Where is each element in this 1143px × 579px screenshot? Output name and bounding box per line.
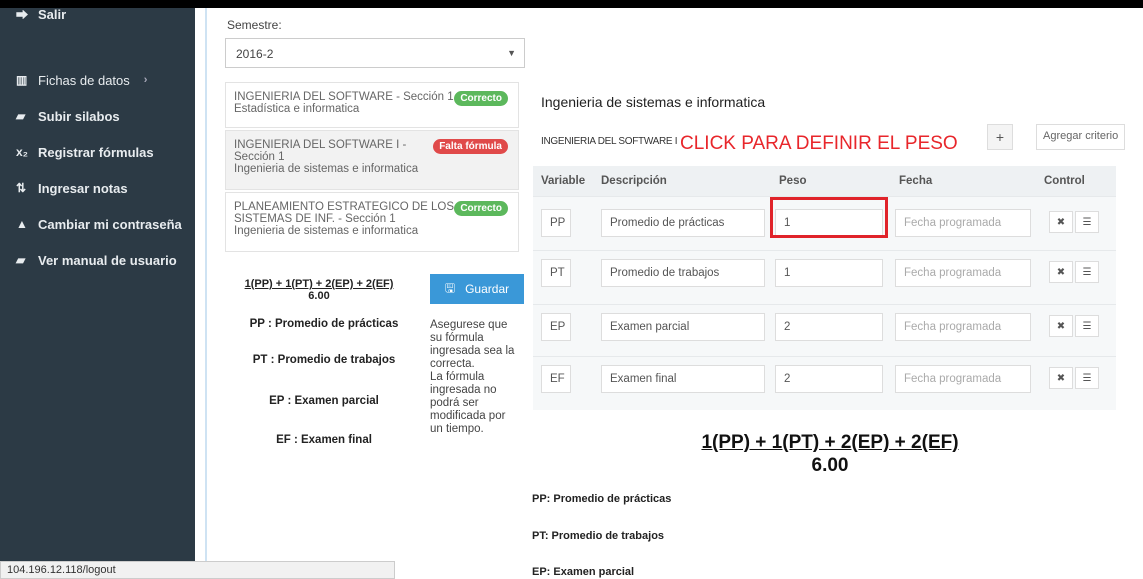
course-name: INGENIERIA DEL SOFTWARE I — [541, 136, 678, 147]
formula-expression: 1(PP) + 1(PT) + 2(EP) + 2(EF) — [244, 278, 394, 290]
formula-warning-note: Asegurese que su fórmula ingresada sea la … — [430, 319, 515, 435]
table-row: PT Promedio de trabajos 1 Fecha programa… — [533, 250, 1116, 304]
definition-item: EP: Examen parcial — [532, 566, 635, 578]
sidebar-item-label: Subir silabos — [38, 108, 120, 124]
list-icon[interactable]: ☰ — [1075, 211, 1099, 233]
col-header-variable: Variable — [541, 175, 586, 187]
variable-field[interactable]: EF — [541, 365, 571, 393]
save-label: Guardar — [465, 282, 510, 296]
description-field[interactable]: Examen parcial — [601, 313, 765, 341]
definition-item: EP : Examen parcial — [269, 395, 379, 407]
date-field[interactable]: Fecha programada — [895, 209, 1031, 237]
delete-icon[interactable]: ✖ — [1049, 367, 1073, 389]
description-field[interactable]: Examen final — [601, 365, 765, 393]
sidebar-item-silabos[interactable]: ▰ Subir silabos — [0, 98, 195, 134]
sidebar-item-label: Cambiar mi contraseña — [38, 216, 182, 232]
sidebar-item-label: Ingresar notas — [38, 180, 128, 196]
definition-item: PP: Promedio de prácticas — [532, 493, 672, 505]
semester-value: 2016-2 — [236, 47, 274, 61]
list-icon[interactable]: ☰ — [1075, 261, 1099, 283]
floppy-disk-icon: 🖫 — [444, 280, 456, 295]
add-criterion-button[interactable]: Agregar criterio — [1036, 124, 1126, 150]
definition-item: PT: Promedio de trabajos — [532, 530, 665, 542]
subscript-icon: x₂ — [16, 145, 29, 159]
description-field[interactable]: Promedio de prácticas — [601, 209, 765, 237]
sidebar-item-logout[interactable]: ⮕ Salir — [0, 2, 195, 26]
weight-field[interactable]: 2 — [775, 365, 883, 393]
col-header-description: Descripción — [601, 175, 667, 187]
annotation-text: CLICK PARA DEFINIR EL PESO — [680, 133, 958, 154]
sidebar-item-notas[interactable]: ⇅ Ingresar notas — [0, 170, 195, 206]
date-field[interactable]: Fecha programada — [895, 313, 1031, 341]
sidebar-item-fichas[interactable]: ▥ Fichas de datos › — [0, 62, 195, 98]
table-row: EF Examen final 2 Fecha programada ✖ ☰ — [533, 356, 1116, 410]
sidebar-item-label: Registrar fórmulas — [38, 144, 154, 160]
chart-icon: ▥ — [16, 73, 28, 87]
date-field[interactable]: Fecha programada — [895, 259, 1031, 287]
date-field[interactable]: Fecha programada — [895, 365, 1031, 393]
sort-numeric-icon: ⇅ — [16, 181, 27, 195]
table-row: EP Examen parcial 2 Fecha programada ✖ ☰ — [533, 304, 1116, 358]
sidebar-item-label: Salir — [38, 6, 67, 22]
formula-expression: 1(PP) + 1(PT) + 2(EP) + 2(EF) — [701, 432, 959, 453]
course-item[interactable]: PLANEAMIENTO ESTRATEGICO DE LOS SISTEMAS… — [225, 192, 519, 252]
formula-display: 1(PP) + 1(PT) + 2(EP) + 2(EF) 6.00 — [680, 432, 980, 477]
variable-field[interactable]: PP — [541, 209, 571, 237]
delete-icon[interactable]: ✖ — [1049, 261, 1073, 283]
course-item[interactable]: INGENIERIA DEL SOFTWARE - Sección 1 Esta… — [225, 82, 519, 128]
annotation-highlight-box — [770, 197, 888, 238]
sidebar-item-manual[interactable]: ▰ Ver manual de usuario — [0, 242, 195, 278]
table-header: Variable Descripción Peso Fecha Control — [533, 166, 1116, 196]
sidebar-item-password[interactable]: ▲ Cambiar mi contraseña — [0, 206, 195, 242]
col-header-date: Fecha — [899, 175, 933, 187]
status-badge: Correcto — [454, 91, 508, 106]
variable-field[interactable]: EP — [541, 313, 571, 341]
department-title: Ingenieria de sistemas e informatica — [541, 94, 766, 110]
col-header-control: Control — [1044, 175, 1085, 187]
delete-icon[interactable]: ✖ — [1049, 315, 1073, 337]
book-icon: ▰ — [16, 253, 26, 267]
status-bar-url: 104.196.12.118/logout — [0, 561, 395, 579]
sidebar-item-label: Fichas de datos — [38, 72, 130, 88]
caret-down-icon: ▼ — [507, 48, 516, 58]
definition-item: PT : Promedio de trabajos — [252, 354, 396, 366]
sidebar: ⮕ Salir ▥ Fichas de datos › ▰ Subir sila… — [0, 7, 195, 579]
definition-item: EF : Examen final — [276, 434, 372, 446]
weight-field[interactable]: 2 — [775, 313, 883, 341]
sidebar-item-label: Ver manual de usuario — [38, 252, 177, 268]
status-badge: Correcto — [454, 201, 508, 216]
chevron-right-icon: › — [143, 74, 148, 86]
col-header-weight: Peso — [779, 175, 807, 187]
definition-item: PP : Promedio de prácticas — [249, 318, 399, 330]
course-dept: Ingenieria de sistemas e informatica — [234, 163, 419, 175]
semester-select[interactable]: 2016-2 ▼ — [225, 38, 525, 68]
list-icon[interactable]: ☰ — [1075, 367, 1099, 389]
course-dept: Ingenieria de sistemas e informatica — [234, 225, 419, 237]
weight-field[interactable]: 1 — [775, 259, 883, 287]
course-item-selected[interactable]: INGENIERIA DEL SOFTWARE I - Sección 1 In… — [225, 130, 519, 190]
formula-value: 6.00 — [308, 290, 330, 302]
list-icon[interactable]: ☰ — [1075, 315, 1099, 337]
status-badge: Falta fórmula — [433, 139, 508, 154]
delete-icon[interactable]: ✖ — [1049, 211, 1073, 233]
book-icon: ▰ — [16, 109, 26, 123]
plus-icon[interactable]: + — [987, 124, 1013, 150]
sidebar-item-formulas[interactable]: x₂ Registrar fórmulas — [0, 134, 195, 170]
logout-icon: ⮕ — [16, 7, 29, 22]
semester-label: Semestre: — [227, 18, 282, 32]
formula-summary: 1(PP) + 1(PT) + 2(EP) + 2(EF) 6.00 — [234, 278, 404, 302]
lock-icon: ▲ — [16, 217, 28, 231]
save-button[interactable]: 🖫 Guardar — [430, 274, 524, 304]
formula-value: 6.00 — [811, 455, 849, 476]
panel-divider — [205, 8, 207, 579]
description-field[interactable]: Promedio de trabajos — [601, 259, 765, 287]
variable-field[interactable]: PT — [541, 259, 571, 287]
